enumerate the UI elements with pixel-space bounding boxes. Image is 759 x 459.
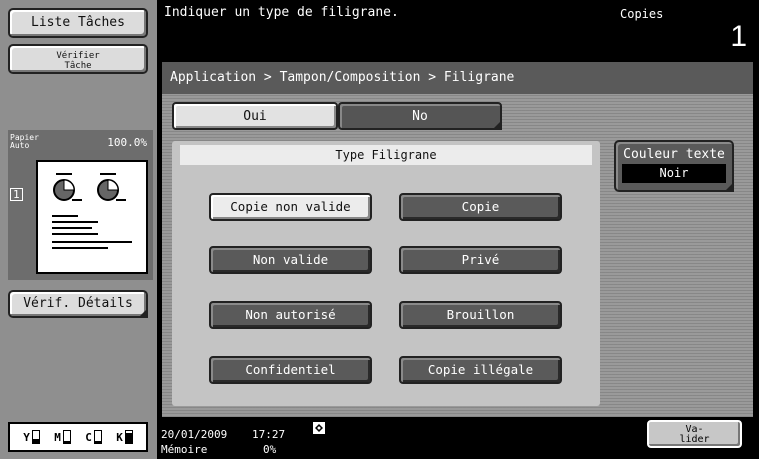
couleur-texte-label: Couleur texte [623,147,725,162]
left-panel: Liste Tâches Vérifier Tâche Papier Auto … [0,0,157,459]
time-text: 17:27 [252,428,286,441]
document-thumbnail [36,160,148,274]
message-bar: Indiquer un type de filigrane. Copies 1 [157,0,759,60]
copie-illegale-button[interactable]: Copie illégale [399,356,562,384]
memory-label: Mémoire [161,443,208,456]
toner-m-level [62,430,71,444]
page-number: 1 [10,188,23,201]
zoom-value: 100.0% [107,136,147,149]
network-icon [313,422,325,434]
status-bar: 20/01/2009 17:27 Mémoire 0% Va- lider [157,417,759,459]
page-count-icon: 1 [10,188,23,201]
oui-button[interactable]: Oui [172,102,338,130]
memory-value: 0% [263,443,277,456]
filigrane-settings: Oui No Type Filigrane Copie non valide C… [162,94,753,417]
toner-m: M [54,430,71,444]
toner-c: C [85,430,102,444]
instruction-text: Indiquer un type de filigrane. [164,5,399,20]
prive-button[interactable]: Privé [399,246,562,274]
type-filigrane-title: Type Filigrane [180,145,592,165]
couleur-texte-button[interactable]: Couleur texte Noir [614,140,734,192]
verif-details-button[interactable]: Vérif. Détails [8,290,148,318]
toner-c-level [93,430,102,444]
copies-count: 1 [730,20,747,53]
type-filigrane-panel: Type Filigrane Copie non valide Copie No… [172,141,600,406]
copie-non-valide-button[interactable]: Copie non valide [209,193,372,221]
toner-y-label: Y [23,431,30,444]
toner-c-label: C [85,431,92,444]
non-autorise-button[interactable]: Non autorisé [209,301,372,329]
valider-button[interactable]: Va- lider [647,420,742,448]
confidentiel-button[interactable]: Confidentiel [209,356,372,384]
copies-label: Copies [620,7,664,21]
liste-taches-button[interactable]: Liste Tâches [8,8,148,38]
copie-button[interactable]: Copie [399,193,562,221]
toner-y: Y [23,430,40,444]
toner-k-label: K [116,431,123,444]
toner-k: K [116,430,133,444]
non-valide-button[interactable]: Non valide [209,246,372,274]
toner-m-label: M [54,431,61,444]
brouillon-button[interactable]: Brouillon [399,301,562,329]
couleur-texte-value: Noir [622,164,726,183]
toner-y-level [31,430,40,444]
main-panel: Application > Tampon/Composition > Filig… [162,62,759,417]
no-button[interactable]: No [338,102,502,130]
thumbnail-graphic [52,173,132,249]
paper-label: Papier Auto [10,133,39,150]
paper-preview-panel: Papier Auto 100.0% 1 [8,130,153,280]
breadcrumb: Application > Tampon/Composition > Filig… [162,62,753,94]
verifier-tache-button[interactable]: Vérifier Tâche [8,44,148,74]
date-text: 20/01/2009 [161,428,228,441]
toner-k-level [124,430,133,444]
toner-levels: Y M C K [8,422,148,452]
